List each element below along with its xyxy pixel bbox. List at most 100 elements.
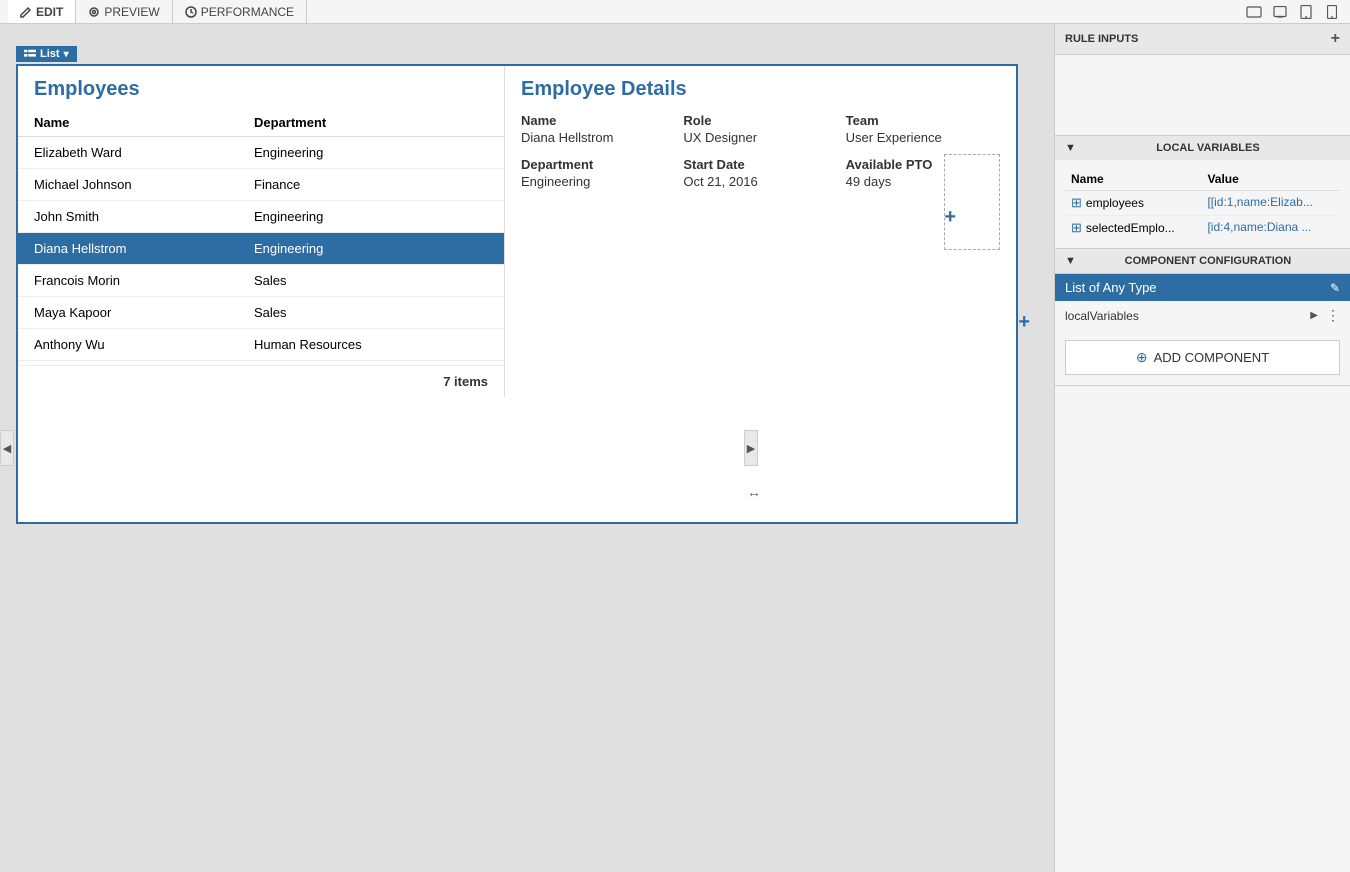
tab-edit-label: EDIT <box>36 5 63 19</box>
tab-edit[interactable]: EDIT <box>8 0 76 23</box>
detail-grid: Name Diana Hellstrom Role UX Designer Te… <box>521 113 1000 189</box>
rule-inputs-header: RULE INPUTS + <box>1055 24 1350 55</box>
edit-icon[interactable]: ✎ <box>1330 281 1340 295</box>
rule-inputs-section: RULE INPUTS + <box>1055 24 1350 136</box>
add-component-button[interactable]: ⊕ ADD COMPONENT <box>1065 340 1340 375</box>
field-label: Department <box>521 157 675 172</box>
table-row[interactable]: Anthony Wu Human Resources <box>18 329 504 361</box>
row-name: John Smith <box>34 209 254 224</box>
field-value: User Experience <box>846 130 942 145</box>
device-icon-2[interactable] <box>1270 2 1290 22</box>
collapse-icon: ▼ <box>1065 142 1076 154</box>
local-vars-link-label: localVariables <box>1065 309 1139 323</box>
detail-field: Name Diana Hellstrom <box>521 113 675 145</box>
device-icon-1[interactable] <box>1244 2 1264 22</box>
rule-inputs-title: RULE INPUTS <box>1065 33 1138 45</box>
row-dept: Sales <box>254 305 488 320</box>
tab-performance[interactable]: PERFORMANCE <box>173 0 307 23</box>
component-name-row[interactable]: List of Any Type ✎ <box>1055 274 1350 301</box>
field-label: Name <box>521 113 675 128</box>
placeholder-box <box>944 154 1000 250</box>
table-row[interactable]: Francois Morin Sales <box>18 265 504 297</box>
field-value: Oct 21, 2016 <box>683 174 757 189</box>
row-count: 7 items <box>18 365 504 397</box>
detail-field: Team User Experience <box>846 113 1000 145</box>
device-icons <box>1244 2 1342 22</box>
field-label: Team <box>846 113 1000 128</box>
row-dept: Engineering <box>254 209 488 224</box>
local-variables-table: Name Value ⊞ employees [[id:1,name:Eliza… <box>1065 168 1340 240</box>
lv-value-cell: [[id:1,name:Elizab... <box>1201 191 1340 216</box>
canvas-area: List ▾ Employees Name Department Elizabe… <box>0 24 1054 872</box>
circle-plus-icon: ⊕ <box>1136 349 1148 366</box>
table-row[interactable]: Maya Kapoor Sales <box>18 297 504 329</box>
row-dept: Finance <box>254 177 488 192</box>
local-variables-section: ▼ LOCAL VARIABLES Name Value ⊞ employees <box>1055 136 1350 249</box>
list-item: ⊞ selectedEmplo... [id:4,name:Diana ... <box>1065 216 1340 241</box>
list-item: ⊞ employees [[id:1,name:Elizab... <box>1065 191 1340 216</box>
table-header: Name Department <box>18 109 504 137</box>
component-config-title: COMPONENT CONFIGURATION <box>1125 255 1292 267</box>
add-component-label: ADD COMPONENT <box>1154 350 1270 365</box>
device-icon-4[interactable] <box>1322 2 1342 22</box>
employee-list-section: Employees Name Department Elizabeth Ward… <box>18 66 505 397</box>
row-dept: Engineering <box>254 145 488 160</box>
lv-name-header: Name <box>1065 168 1201 191</box>
local-variables-header[interactable]: ▼ LOCAL VARIABLES <box>1055 136 1350 160</box>
table-row[interactable]: Diana Hellstrom Engineering <box>18 233 504 265</box>
toolbar: EDIT PREVIEW PERFORMANCE <box>0 0 1350 24</box>
detail-title: Employee Details <box>521 78 1000 101</box>
detail-field: Department Engineering <box>521 157 675 189</box>
expand-icon[interactable]: ⊞ <box>1071 220 1082 236</box>
component-config-header[interactable]: ▼ COMPONENT CONFIGURATION <box>1055 249 1350 274</box>
row-name: Francois Morin <box>34 273 254 288</box>
collapse-icon-2: ▼ <box>1065 255 1076 267</box>
list-badge-label: List <box>40 48 60 60</box>
row-dept: Human Resources <box>254 337 488 352</box>
lv-name-label: employees <box>1086 196 1144 210</box>
tab-preview[interactable]: PREVIEW <box>76 0 172 23</box>
right-panel: RULE INPUTS + ▼ LOCAL VARIABLES Name Val… <box>1054 24 1350 872</box>
component-name-label: List of Any Type <box>1065 280 1157 295</box>
field-value: 49 days <box>846 174 892 189</box>
field-value: Engineering <box>521 174 590 189</box>
row-dept: Sales <box>254 273 488 288</box>
table-row[interactable]: Elizabeth Ward Engineering <box>18 137 504 169</box>
kebab-icon[interactable]: ⋮ <box>1326 307 1340 324</box>
rule-inputs-content <box>1055 55 1350 135</box>
row-name: Michael Johnson <box>34 177 254 192</box>
expand-icon[interactable]: ⊞ <box>1071 195 1082 211</box>
col-name-header: Name <box>34 115 254 130</box>
table-row[interactable]: John Smith Engineering <box>18 201 504 233</box>
tab-performance-label: PERFORMANCE <box>201 5 294 19</box>
employees-title: Employees <box>18 66 504 109</box>
list-chevron-icon: ▾ <box>64 49 69 60</box>
local-variables-content: Name Value ⊞ employees [[id:1,name:Eliza… <box>1055 160 1350 248</box>
component-container: Employees Name Department Elizabeth Ward… <box>16 64 1018 524</box>
employee-table-body: Elizabeth Ward Engineering Michael Johns… <box>18 137 504 361</box>
inner-layout: Employees Name Department Elizabeth Ward… <box>18 66 1016 397</box>
tab-preview-label: PREVIEW <box>104 5 159 19</box>
row-name: Anthony Wu <box>34 337 254 352</box>
field-value: Diana Hellstrom <box>521 130 613 145</box>
add-right-icon[interactable]: + <box>1018 311 1030 334</box>
lv-value-cell: [id:4,name:Diana ... <box>1201 216 1340 241</box>
lv-value-header: Value <box>1201 168 1340 191</box>
resize-handle[interactable]: ↔ <box>747 484 761 500</box>
rule-inputs-add-icon[interactable]: + <box>1331 30 1340 48</box>
col-dept-header: Department <box>254 115 488 130</box>
collapse-right-arrow[interactable]: ▶ <box>744 430 758 466</box>
detail-field: Start Date Oct 21, 2016 <box>683 157 837 189</box>
field-value: UX Designer <box>683 130 757 145</box>
collapse-left-arrow[interactable]: ◀ <box>0 430 14 466</box>
row-name: Elizabeth Ward <box>34 145 254 160</box>
local-vars-arrow-icon: ▶ <box>1310 310 1318 321</box>
list-badge[interactable]: List ▾ <box>16 46 77 62</box>
row-name: Maya Kapoor <box>34 305 254 320</box>
local-vars-link-row[interactable]: localVariables ▶ ⋮ <box>1055 301 1350 330</box>
field-label: Start Date <box>683 157 837 172</box>
add-top-icon[interactable]: + <box>944 206 956 229</box>
table-row[interactable]: Michael Johnson Finance <box>18 169 504 201</box>
device-icon-3[interactable] <box>1296 2 1316 22</box>
row-name: Diana Hellstrom <box>34 241 254 256</box>
